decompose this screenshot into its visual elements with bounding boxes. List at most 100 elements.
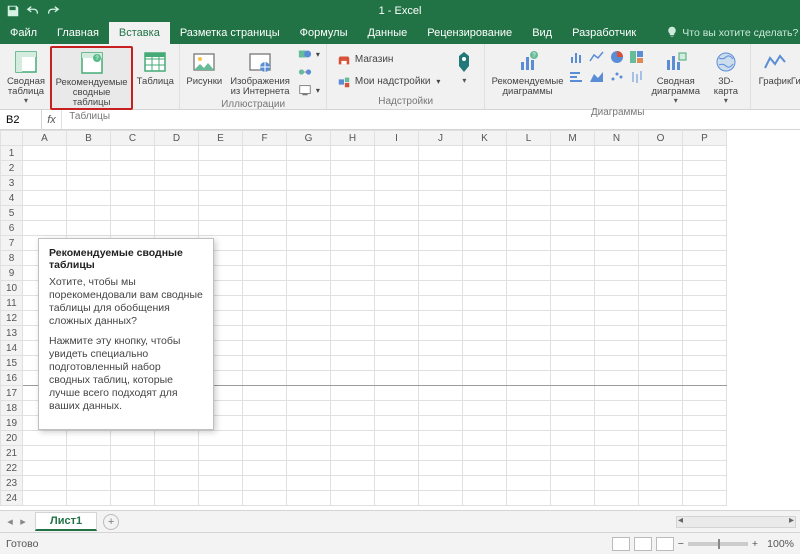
cell[interactable] <box>375 356 419 371</box>
add-sheet-button[interactable]: + <box>103 514 119 530</box>
cell[interactable] <box>67 191 111 206</box>
cell[interactable] <box>67 491 111 506</box>
cell[interactable] <box>463 176 507 191</box>
cell[interactable] <box>683 326 727 341</box>
cell[interactable] <box>111 191 155 206</box>
column-header[interactable]: L <box>507 131 551 146</box>
cell[interactable] <box>243 371 287 386</box>
cell[interactable] <box>111 431 155 446</box>
cell[interactable] <box>639 221 683 236</box>
sheet-nav-next-icon[interactable]: ▸ <box>17 515 29 528</box>
cell[interactable] <box>551 161 595 176</box>
fx-icon[interactable]: fx <box>42 110 62 129</box>
cell[interactable] <box>419 311 463 326</box>
cell[interactable] <box>507 311 551 326</box>
cell[interactable] <box>375 311 419 326</box>
cell[interactable] <box>639 296 683 311</box>
cell[interactable] <box>331 221 375 236</box>
column-header[interactable]: J <box>419 131 463 146</box>
cell[interactable] <box>595 296 639 311</box>
cell[interactable] <box>67 461 111 476</box>
cell[interactable] <box>683 236 727 251</box>
row-header[interactable]: 4 <box>1 191 23 206</box>
cell[interactable] <box>67 176 111 191</box>
cell[interactable] <box>419 371 463 386</box>
stock-chart-button[interactable] <box>628 68 646 86</box>
row-header[interactable]: 6 <box>1 221 23 236</box>
my-addins-button[interactable]: Мои надстройки ▾ <box>335 74 443 90</box>
cell[interactable] <box>67 161 111 176</box>
cell[interactable] <box>243 311 287 326</box>
cell[interactable] <box>507 476 551 491</box>
cell[interactable] <box>155 461 199 476</box>
cell[interactable] <box>23 461 67 476</box>
row-header[interactable]: 12 <box>1 311 23 326</box>
cell[interactable] <box>551 251 595 266</box>
cell[interactable] <box>551 446 595 461</box>
cell[interactable] <box>243 251 287 266</box>
column-header[interactable]: M <box>551 131 595 146</box>
cell[interactable] <box>507 251 551 266</box>
cell[interactable] <box>375 296 419 311</box>
cell[interactable] <box>331 371 375 386</box>
cell[interactable] <box>683 206 727 221</box>
cell[interactable] <box>463 236 507 251</box>
cell[interactable] <box>23 431 67 446</box>
pivot-table-button[interactable]: Сводная таблица <box>4 46 48 110</box>
cell[interactable] <box>375 206 419 221</box>
cell[interactable] <box>287 221 331 236</box>
cell[interactable] <box>67 146 111 161</box>
column-header[interactable]: N <box>595 131 639 146</box>
cell[interactable] <box>23 191 67 206</box>
cell[interactable] <box>375 161 419 176</box>
cell[interactable] <box>683 146 727 161</box>
cell[interactable] <box>639 266 683 281</box>
cell[interactable] <box>419 221 463 236</box>
cell[interactable] <box>419 401 463 416</box>
cell[interactable] <box>331 446 375 461</box>
column-chart-button[interactable] <box>568 48 586 66</box>
cell[interactable] <box>331 161 375 176</box>
cell[interactable] <box>243 341 287 356</box>
cell[interactable] <box>331 266 375 281</box>
online-pictures-button[interactable]: Изображения из Интернета <box>226 46 294 98</box>
cell[interactable] <box>683 386 727 401</box>
cell[interactable] <box>507 341 551 356</box>
table-button[interactable]: Таблица <box>135 46 175 110</box>
cell[interactable] <box>595 326 639 341</box>
cell[interactable] <box>111 146 155 161</box>
cell[interactable] <box>287 281 331 296</box>
cell[interactable] <box>331 176 375 191</box>
cell[interactable] <box>111 476 155 491</box>
cell[interactable] <box>507 191 551 206</box>
cell[interactable] <box>331 401 375 416</box>
column-header[interactable]: F <box>243 131 287 146</box>
cell[interactable] <box>595 416 639 431</box>
zoom-out-icon[interactable]: − <box>678 538 684 550</box>
row-header[interactable]: 14 <box>1 341 23 356</box>
row-header[interactable]: 7 <box>1 236 23 251</box>
cell[interactable] <box>331 386 375 401</box>
column-header[interactable]: K <box>463 131 507 146</box>
cell[interactable] <box>463 356 507 371</box>
cell[interactable] <box>683 221 727 236</box>
cell[interactable] <box>463 281 507 296</box>
cell[interactable] <box>419 281 463 296</box>
cell[interactable] <box>243 266 287 281</box>
cell[interactable] <box>243 401 287 416</box>
cell[interactable] <box>375 236 419 251</box>
cell[interactable] <box>155 146 199 161</box>
cell[interactable] <box>243 236 287 251</box>
cell[interactable] <box>507 326 551 341</box>
cell[interactable] <box>639 371 683 386</box>
cell[interactable] <box>23 491 67 506</box>
cell[interactable] <box>639 431 683 446</box>
cell[interactable] <box>331 461 375 476</box>
column-header[interactable]: G <box>287 131 331 146</box>
cell[interactable] <box>243 356 287 371</box>
cell[interactable] <box>463 206 507 221</box>
cell[interactable] <box>331 311 375 326</box>
cell[interactable] <box>639 356 683 371</box>
row-header[interactable]: 13 <box>1 326 23 341</box>
cell[interactable] <box>375 461 419 476</box>
